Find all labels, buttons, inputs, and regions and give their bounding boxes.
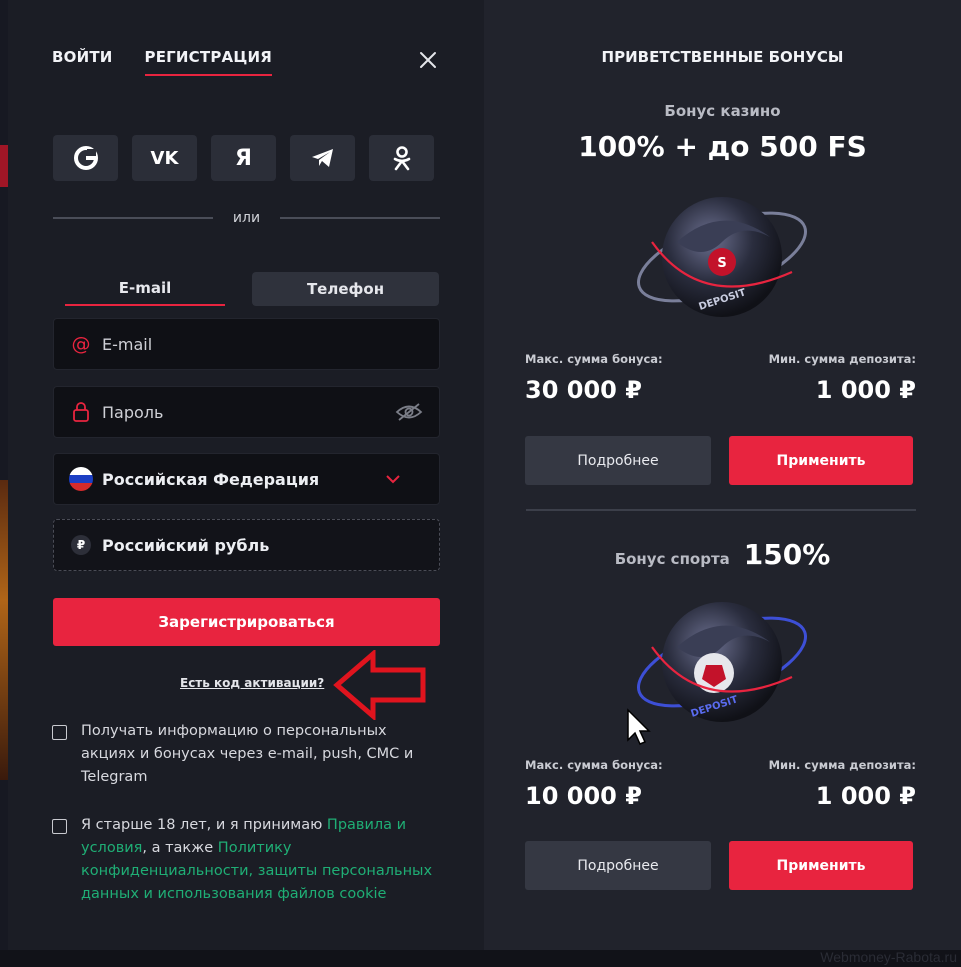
registration-modal: ВОЙТИ РЕГИСТРАЦИЯ VK Я или E-mail Телефо… — [8, 0, 961, 950]
lock-icon — [68, 401, 94, 423]
mouse-cursor-icon — [627, 708, 651, 745]
yandex-login-button[interactable]: Я — [211, 135, 276, 181]
marketing-consent-row: Получать информацию о персональных акция… — [52, 720, 442, 789]
age-consent-middle: , а также — [142, 840, 218, 856]
casino-art-badge: S — [717, 256, 726, 271]
auth-tabs: ВОЙТИ РЕГИСТРАЦИЯ — [52, 48, 272, 76]
or-divider: или — [53, 210, 440, 226]
background-banner-strip — [0, 145, 8, 187]
casino-max-bonus-label: Макс. сумма бонуса: — [525, 352, 663, 366]
eye-off-icon — [395, 403, 423, 421]
sport-details-button[interactable]: Подробнее — [525, 841, 711, 890]
sport-bonus-amount: 150% — [743, 538, 831, 571]
background-game-thumb — [0, 480, 8, 780]
tab-email[interactable]: E-mail — [65, 272, 225, 306]
tab-login[interactable]: ВОЙТИ — [52, 48, 113, 76]
casino-min-deposit-value: 1 000 ₽ — [815, 376, 916, 404]
password-field-wrapper — [53, 386, 440, 438]
red-arrow-annotation — [333, 650, 426, 720]
register-button[interactable]: Зарегистрироваться — [53, 598, 440, 646]
email-field[interactable] — [100, 333, 439, 355]
age-consent-checkbox[interactable] — [52, 819, 67, 834]
country-select[interactable]: Российская Федерация — [53, 453, 440, 505]
sport-max-bonus-label: Макс. сумма бонуса: — [525, 758, 663, 772]
bonus-separator — [526, 509, 916, 511]
russia-flag-icon — [69, 467, 93, 491]
password-field[interactable] — [100, 401, 395, 423]
age-consent-text: Я старше 18 лет, и я принимаю Правила и … — [81, 814, 442, 906]
casino-bonus-amount: 100% + до 500 FS — [578, 130, 867, 163]
currency-field: ₽ Российский рубль — [53, 519, 440, 571]
tab-phone[interactable]: Телефон — [252, 272, 439, 306]
yandex-icon: Я — [235, 145, 252, 171]
at-icon: @ — [71, 333, 91, 355]
close-button[interactable] — [416, 48, 440, 72]
background-page-bottom — [0, 950, 961, 967]
currency-value: Российский рубль — [102, 535, 270, 555]
background-page-edge — [0, 0, 8, 967]
bonuses-heading: ПРИВЕТСТВЕННЫЕ БОНУСЫ — [601, 48, 844, 66]
chevron-down-icon — [386, 475, 400, 484]
casino-min-deposit-label: Мин. сумма депозита: — [768, 352, 916, 366]
watermark: Webmoney-Rabota.ru — [820, 949, 957, 965]
odnoklassniki-icon — [393, 146, 410, 171]
email-field-wrapper: @ — [53, 318, 440, 370]
telegram-login-button[interactable] — [290, 135, 355, 181]
sport-min-deposit-label: Мин. сумма депозита: — [768, 758, 916, 772]
sport-min-deposit-value: 1 000 ₽ — [815, 782, 916, 810]
sport-bonus-illustration: DEPOSIT — [636, 602, 808, 722]
sport-max-bonus-value: 10 000 ₽ — [525, 782, 642, 810]
google-login-button[interactable] — [53, 135, 118, 181]
ruble-icon: ₽ — [71, 535, 91, 555]
tab-register[interactable]: РЕГИСТРАЦИЯ — [144, 48, 272, 76]
casino-apply-button[interactable]: Применить — [729, 436, 913, 485]
casino-max-bonus-value: 30 000 ₽ — [525, 376, 642, 404]
marketing-consent-text: Получать информацию о персональных акция… — [81, 723, 414, 785]
registration-form-pane: ВОЙТИ РЕГИСТРАЦИЯ VK Я или E-mail Телефо… — [8, 0, 484, 950]
sport-bonus-title: Бонус спорта 150% — [484, 538, 961, 571]
casino-details-button[interactable]: Подробнее — [525, 436, 711, 485]
method-tabs: E-mail Телефон — [53, 272, 440, 306]
social-login-row: VK Я — [53, 135, 434, 181]
sport-apply-button[interactable]: Применить — [729, 841, 913, 890]
age-consent-row: Я старше 18 лет, и я принимаю Правила и … — [52, 814, 442, 906]
country-value: Российская Федерация — [102, 469, 320, 489]
welcome-bonuses-pane: ПРИВЕТСТВЕННЫЕ БОНУСЫ Бонус казино 100% … — [484, 0, 961, 950]
google-icon — [73, 146, 98, 170]
odnoklassniki-login-button[interactable] — [369, 135, 434, 181]
toggle-password-visibility[interactable] — [395, 402, 423, 422]
casino-bonus-illustration: S DEPOSIT — [636, 197, 808, 317]
casino-bonus-subtitle: Бонус казино — [664, 102, 781, 120]
age-consent-prefix: Я старше 18 лет, и я принимаю — [81, 817, 327, 833]
close-icon — [420, 52, 436, 68]
or-label: или — [232, 210, 261, 226]
activation-code-link[interactable]: Есть код активации? — [180, 676, 324, 690]
sport-bonus-subtitle: Бонус спорта — [614, 550, 730, 568]
vk-login-button[interactable]: VK — [132, 135, 197, 181]
marketing-consent-checkbox[interactable] — [52, 725, 67, 740]
vk-icon: VK — [150, 147, 179, 169]
telegram-icon — [311, 149, 333, 167]
